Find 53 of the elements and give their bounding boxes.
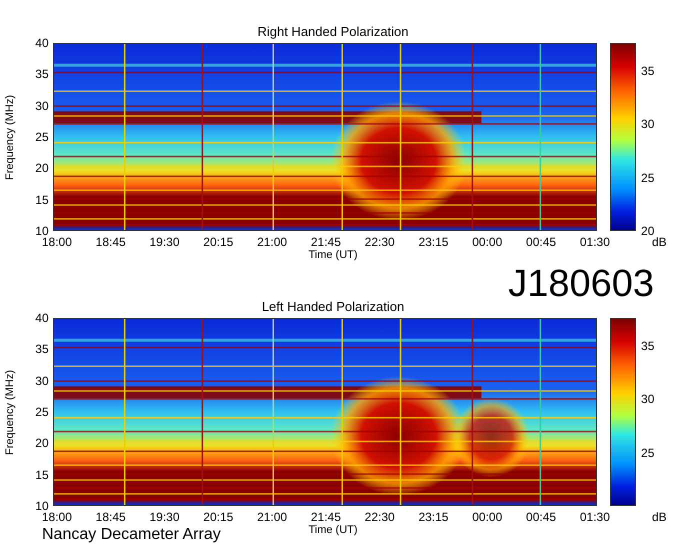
colorbar-unit: dB [652,510,667,524]
tick-label: 30 [35,374,49,387]
tick-label: 22:30 [364,510,396,524]
tick-label: 35 [641,340,654,352]
tick-label: 21:00 [256,235,288,249]
tick-label: 19:30 [148,510,180,524]
plot-title: Left Handed Polarization [262,299,404,314]
tick-label: 18:45 [94,510,127,524]
tick-label: 23:15 [417,510,450,524]
tick-label: 15 [35,194,49,206]
tick-label: 21:00 [256,510,288,524]
tick-label: 01:30 [578,235,611,249]
tick-label: 25 [641,172,654,184]
record-code: J180603 [508,263,654,305]
axis-label: Time (UT) [308,249,358,262]
tick-label: 18:00 [42,235,73,249]
tick-label: 18:00 [42,510,73,524]
tick-label: 21:45 [310,235,342,249]
tick-label: 01:30 [578,510,611,524]
tick-label: 00:00 [471,510,504,524]
tick-label: 40 [35,37,49,49]
tick-label: 20:15 [202,510,234,524]
axis-label: Frequency (MHz) [4,94,16,180]
tick-label: 22:30 [364,235,396,249]
tick-label: 00:00 [471,235,504,249]
tick-label: 20 [35,162,49,174]
tick-label: 25 [35,406,49,418]
tick-label: 30 [35,100,49,112]
colorbar-unit: dB [652,235,667,249]
tick-label: 35 [35,343,49,356]
tick-label: 20 [35,437,49,450]
tick-label: 00:45 [525,510,558,524]
tick-label: 21:45 [310,510,342,524]
tick-label: 40 [35,312,49,324]
tick-label: 10 [35,225,49,237]
tick-label: 20 [641,225,654,237]
tick-label: 10 [35,500,49,512]
footer-text: Nancay Decameter Array [42,526,221,544]
tick-label: 20:15 [202,235,234,249]
tick-label: 35 [35,68,49,80]
tick-label: 25 [641,446,654,459]
axis-label: Frequency (MHz) [4,370,16,454]
tick-label: 35 [641,64,654,77]
plot-title: Right Handed Polarization [257,24,409,39]
tick-label: 25 [35,131,49,143]
axis-label: Time (UT) [308,524,358,537]
tick-label: 23:15 [417,235,450,249]
tick-label: 19:30 [148,235,180,249]
tick-label: 30 [641,393,654,406]
tick-label: 00:45 [525,235,558,249]
tick-label: 30 [641,118,654,130]
tick-label: 18:45 [94,235,127,249]
tick-label: 15 [35,468,49,481]
